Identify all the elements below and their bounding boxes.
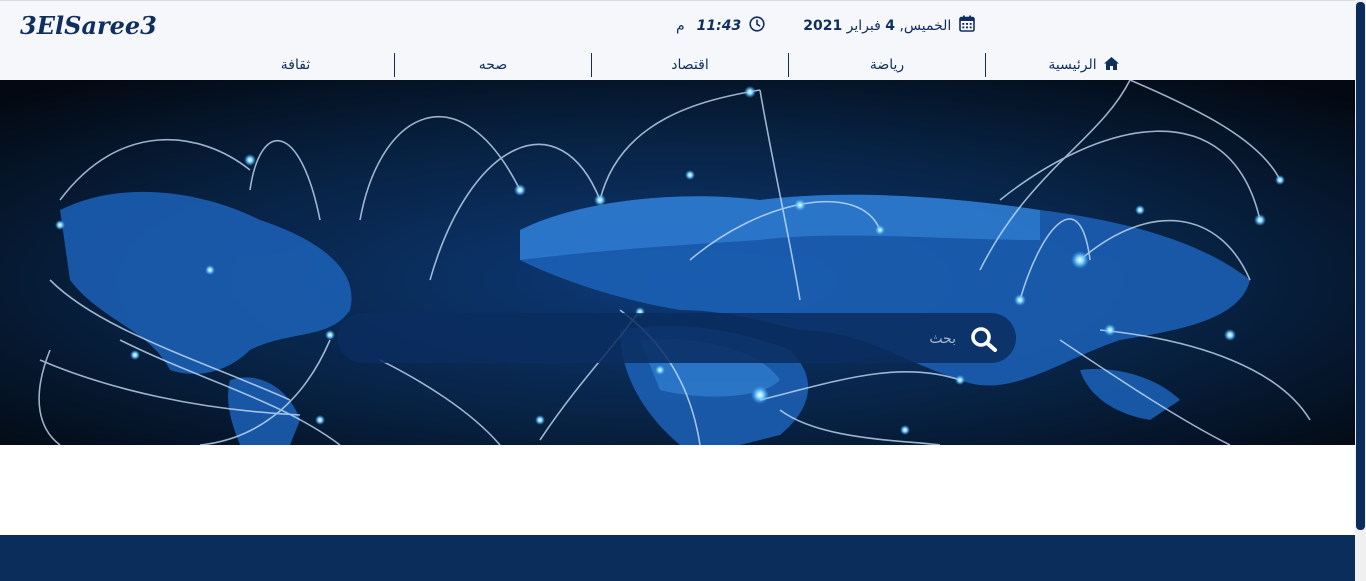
site-header: 3ElSaree3 م 11:43 الخميس, 4 فبراير 2021	[0, 0, 1355, 80]
date-num: 4	[885, 17, 896, 34]
world-network-image	[0, 80, 1355, 445]
date-value: الخميس, 4 فبراير 2021	[803, 18, 951, 34]
search-button[interactable]	[970, 326, 998, 352]
scrollbar[interactable]	[1355, 0, 1366, 581]
search-input[interactable]	[394, 313, 958, 365]
nav-label: الرئيسية	[1048, 57, 1097, 73]
main-nav: الرئيسية رياضة اقتصاد صحه ثقافة	[182, 53, 1182, 77]
calendar-icon	[959, 15, 976, 36]
date-day: الخميس,	[899, 17, 952, 34]
nav-item-culture[interactable]: ثقافة	[197, 53, 394, 77]
scrollbar-thumb[interactable]	[1356, 2, 1365, 530]
time-value: 11:43	[696, 17, 742, 34]
nav-label: رياضة	[869, 57, 905, 73]
date-month: فبراير	[846, 17, 881, 34]
nav-item-health[interactable]: صحه	[394, 53, 591, 77]
search-bar	[338, 313, 1016, 365]
date-year: 2021	[803, 17, 843, 34]
nav-label: اقتصاد	[671, 57, 709, 73]
nav-item-home[interactable]: الرئيسية	[985, 53, 1182, 77]
nav-label: صحه	[478, 57, 508, 73]
home-icon	[1103, 56, 1120, 75]
date-time-bar: م 11:43 الخميس, 4 فبراير 2021	[676, 15, 976, 36]
nav-label: ثقافة	[280, 57, 311, 73]
ampm-label: م	[676, 17, 685, 34]
nav-item-economy[interactable]: اقتصاد	[591, 53, 788, 77]
site-logo[interactable]: 3ElSaree3	[20, 11, 157, 40]
footer	[0, 535, 1355, 581]
content-area	[0, 445, 1355, 535]
hero-banner	[0, 80, 1355, 445]
clock-icon	[749, 15, 765, 36]
nav-item-sports[interactable]: رياضة	[788, 53, 985, 77]
page: 3ElSaree3 م 11:43 الخميس, 4 فبراير 2021	[0, 0, 1355, 581]
